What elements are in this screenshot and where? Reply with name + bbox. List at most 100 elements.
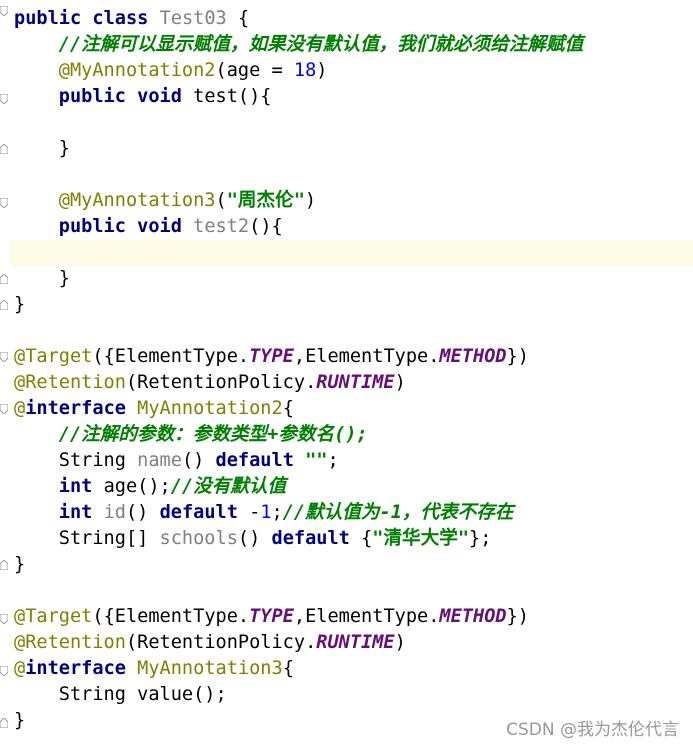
enum-constant-token: RUNTIME bbox=[316, 632, 395, 653]
brace-token: } bbox=[14, 294, 26, 315]
brace-token: } bbox=[58, 138, 70, 159]
code-text: { bbox=[349, 528, 373, 549]
code-line[interactable]: @Retention(RetentionPolicy.RUNTIME) bbox=[14, 630, 406, 656]
code-text: }) bbox=[506, 346, 529, 367]
code-text: }; bbox=[469, 528, 492, 549]
code-text: () bbox=[125, 502, 160, 523]
editor-gutter bbox=[0, 0, 10, 746]
code-text: ( bbox=[215, 190, 227, 211]
fold-marker-icon[interactable] bbox=[0, 352, 8, 362]
enum-constant-token: TYPE bbox=[249, 346, 294, 367]
annotation-token: @ bbox=[14, 658, 26, 679]
fold-marker-icon[interactable] bbox=[0, 404, 8, 414]
method-token: name bbox=[137, 450, 182, 471]
comment-token: //默认值为-1，代表不存在 bbox=[282, 502, 514, 523]
code-text: (age = bbox=[215, 60, 294, 81]
fold-marker-icon[interactable] bbox=[0, 94, 8, 104]
enum-constant-token: METHOD bbox=[439, 346, 507, 367]
code-line[interactable]: public void test(){ bbox=[14, 84, 272, 110]
class-name-token: MyAnnotation3 bbox=[137, 658, 283, 679]
code-line[interactable]: @Target({ElementType.TYPE,ElementType.ME… bbox=[14, 604, 529, 630]
fold-marker-icon[interactable] bbox=[0, 198, 8, 208]
code-line[interactable]: } bbox=[14, 136, 70, 162]
fold-marker-icon[interactable] bbox=[0, 718, 8, 728]
number-token: 18 bbox=[293, 60, 317, 81]
code-text: ({ElementType. bbox=[92, 606, 250, 627]
annotation-token: @MyAnnotation3 bbox=[58, 190, 216, 211]
code-line[interactable]: } bbox=[14, 266, 70, 292]
keyword-token: interface bbox=[25, 398, 126, 419]
code-line[interactable]: String[] schools() default {"清华大学"}; bbox=[14, 526, 492, 552]
annotation-token: @Target bbox=[14, 606, 93, 627]
code-text: }) bbox=[506, 606, 529, 627]
code-line[interactable]: @MyAnnotation3("周杰伦") bbox=[14, 188, 316, 214]
code-editor[interactable]: public class Test03 { //注解可以显示赋值，如果没有默认值… bbox=[0, 0, 693, 746]
string-token: "清华大学" bbox=[372, 528, 470, 549]
keyword-token: class bbox=[92, 8, 149, 29]
brace-token: { bbox=[282, 658, 294, 679]
comment-token: //注解可以显示赋值，如果没有默认值，我们就必须给注解赋值 bbox=[58, 34, 584, 55]
fold-marker-icon[interactable] bbox=[0, 274, 8, 284]
code-text: () bbox=[237, 528, 272, 549]
keyword-token: default bbox=[159, 502, 238, 523]
keyword-token: int bbox=[58, 502, 93, 523]
code-line[interactable]: public class Test03 { bbox=[14, 6, 249, 32]
class-name-token: MyAnnotation2 bbox=[137, 398, 283, 419]
code-line[interactable]: @Target({ElementType.TYPE,ElementType.ME… bbox=[14, 344, 529, 370]
code-line[interactable]: public void test2(){ bbox=[14, 214, 283, 240]
fold-marker-icon[interactable] bbox=[0, 666, 8, 676]
code-text: (RetentionPolicy. bbox=[125, 632, 317, 653]
type-token: String[] bbox=[58, 528, 160, 549]
code-text: ) bbox=[304, 190, 317, 211]
code-line[interactable]: } bbox=[14, 708, 25, 734]
code-line[interactable]: } bbox=[14, 552, 25, 578]
code-text: - bbox=[237, 502, 261, 523]
fold-marker-icon[interactable] bbox=[0, 614, 8, 624]
brace-token: } bbox=[14, 710, 26, 731]
keyword-token: public bbox=[58, 216, 126, 237]
fold-marker-icon[interactable] bbox=[0, 560, 8, 570]
code-line[interactable]: int id() default -1;//默认值为-1，代表不存在 bbox=[14, 500, 514, 526]
keyword-token: void bbox=[137, 216, 182, 237]
keyword-token: public bbox=[58, 86, 126, 107]
code-line[interactable]: //注解的参数：参数类型+参数名(); bbox=[14, 422, 368, 448]
code-line[interactable]: String value(); bbox=[14, 682, 227, 708]
fold-marker-icon[interactable] bbox=[0, 300, 8, 310]
code-text: ,ElementType. bbox=[293, 606, 440, 627]
watermark: CSDN @我为杰伦代言 bbox=[506, 720, 679, 740]
method-token: id bbox=[103, 502, 126, 523]
keyword-token: interface bbox=[25, 658, 126, 679]
number-token: 1 bbox=[260, 502, 272, 523]
code-line[interactable]: //注解可以显示赋值，如果没有默认值，我们就必须给注解赋值 bbox=[14, 32, 583, 58]
comment-token: //注解的参数：参数类型+参数名(); bbox=[58, 424, 368, 445]
annotation-token: @ bbox=[14, 398, 26, 419]
brace-token: } bbox=[14, 554, 26, 575]
code-text: (RetentionPolicy. bbox=[125, 372, 317, 393]
code-text: ; bbox=[327, 450, 339, 471]
code-text: (){ bbox=[249, 216, 283, 237]
annotation-token: @MyAnnotation2 bbox=[58, 60, 216, 81]
keyword-token: void bbox=[137, 86, 182, 107]
method-token: test2 bbox=[193, 216, 250, 237]
code-text: ) bbox=[394, 372, 406, 393]
code-text: () bbox=[181, 450, 216, 471]
keyword-token: default bbox=[215, 450, 294, 471]
code-line[interactable]: @interface MyAnnotation2{ bbox=[14, 396, 294, 422]
current-line-highlight bbox=[10, 240, 693, 266]
code-line[interactable]: int age();//没有默认值 bbox=[14, 474, 286, 500]
enum-constant-token: RUNTIME bbox=[316, 372, 395, 393]
keyword-token: int bbox=[58, 476, 93, 497]
code-line[interactable]: } bbox=[14, 292, 25, 318]
brace-token: { bbox=[282, 398, 294, 419]
code-line[interactable]: String name() default ""; bbox=[14, 448, 339, 474]
code-text: String value(); bbox=[58, 684, 227, 705]
code-line[interactable]: @Retention(RetentionPolicy.RUNTIME) bbox=[14, 370, 406, 396]
fold-marker-icon[interactable] bbox=[0, 144, 8, 154]
enum-constant-token: TYPE bbox=[249, 606, 294, 627]
fold-marker-icon[interactable] bbox=[0, 6, 8, 16]
class-name-token: Test03 bbox=[159, 8, 227, 29]
code-line[interactable]: @MyAnnotation2(age = 18) bbox=[14, 58, 328, 84]
code-line[interactable]: @interface MyAnnotation3{ bbox=[14, 656, 294, 682]
